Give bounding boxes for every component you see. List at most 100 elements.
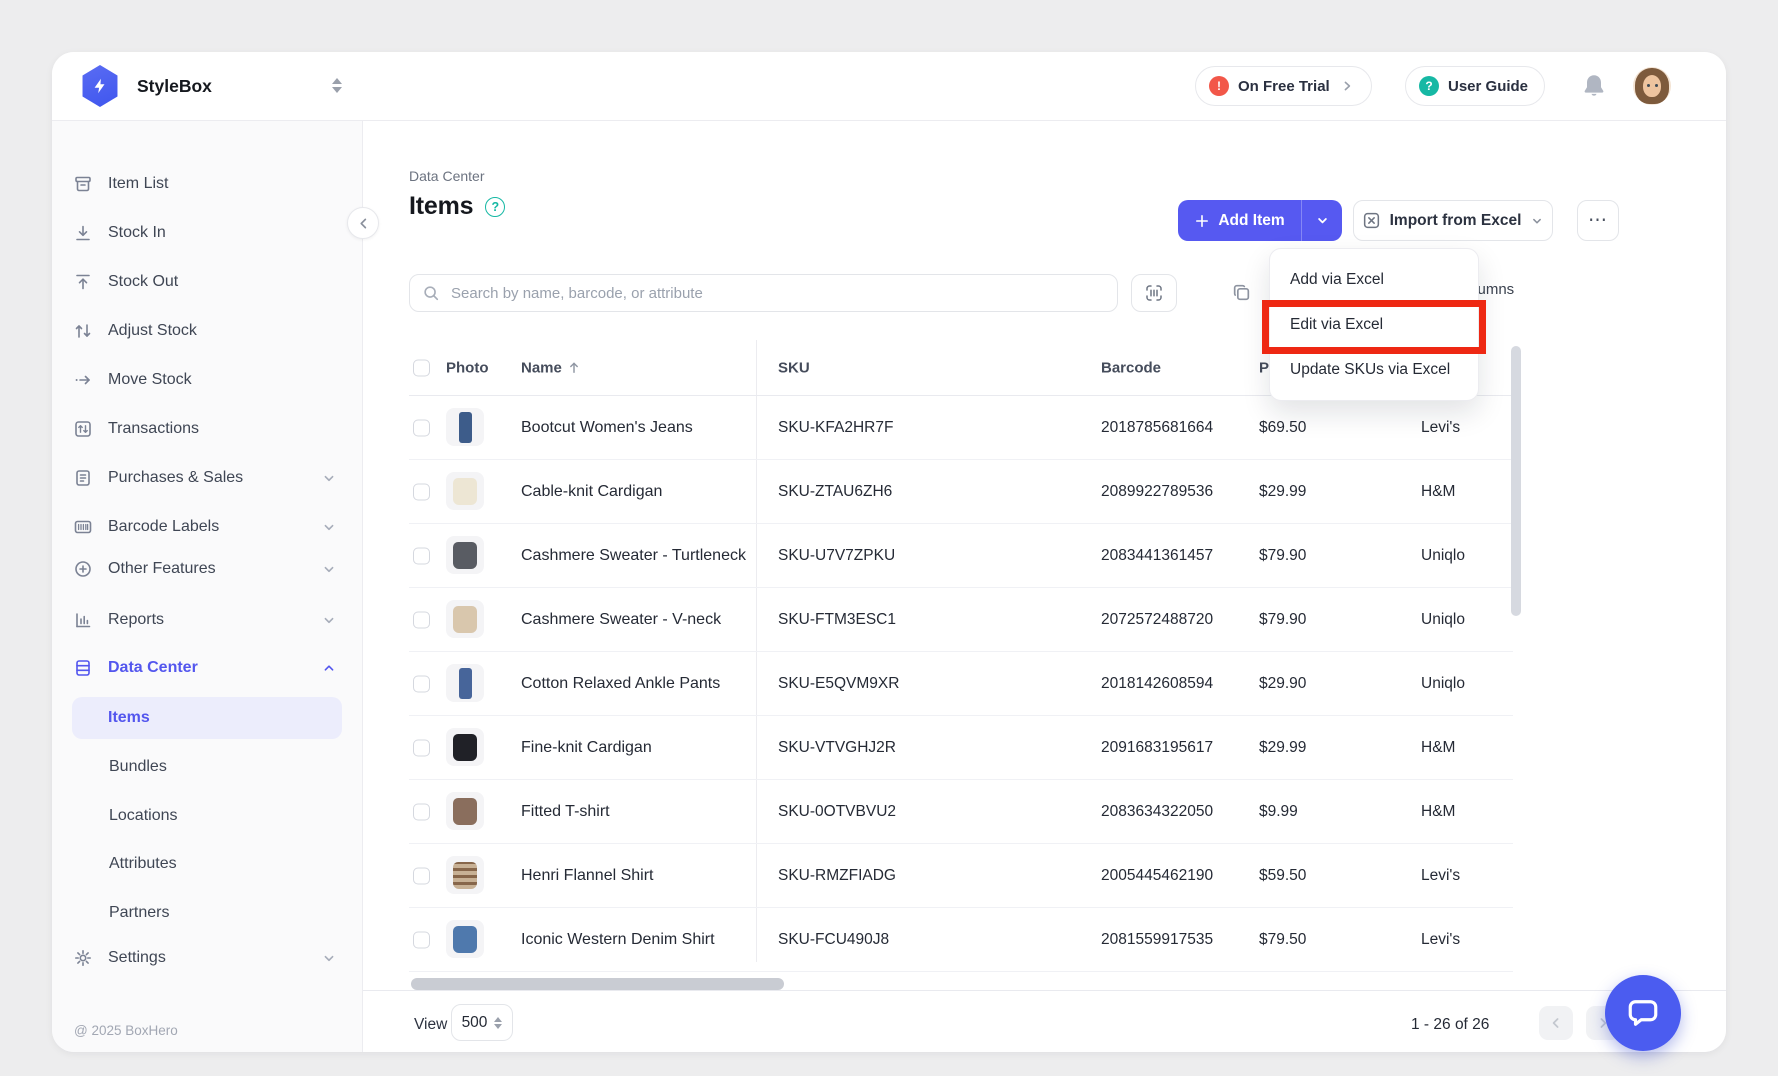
search-input[interactable] <box>449 284 1105 303</box>
item-photo <box>446 472 484 510</box>
sidebar-subitem-partners[interactable]: Partners <box>52 889 362 937</box>
user-avatar[interactable] <box>1633 67 1671 105</box>
menu-item-add-via-excel[interactable]: Add via Excel <box>1270 257 1478 302</box>
sidebar-item-label: Stock Out <box>108 273 338 291</box>
app-window: StyleBox ! On Free Trial ? User Guide It… <box>52 52 1726 1052</box>
chevron-right-icon <box>1339 78 1355 94</box>
sidebar-item-reports[interactable]: Reports <box>52 596 362 644</box>
excel-file-icon <box>1362 211 1381 230</box>
sidebar-item-transactions[interactable]: Transactions <box>52 405 362 453</box>
previous-page-button[interactable] <box>1539 1006 1573 1040</box>
item-photo <box>446 920 484 958</box>
chevron-down-icon <box>320 560 338 578</box>
sidebar-item-item-list[interactable]: Item List <box>52 160 362 208</box>
row-checkbox[interactable] <box>413 611 430 628</box>
search-icon <box>422 284 440 302</box>
row-checkbox[interactable] <box>413 675 430 692</box>
sidebar-item-other-features[interactable]: Other Features <box>52 545 362 593</box>
item-photo <box>446 536 484 574</box>
table-row: Cable-knit Cardigan SKU-ZTAU6ZH6 2089922… <box>409 460 1513 524</box>
item-sku: SKU-VTVGHJ2R <box>778 739 896 757</box>
item-barcode: 2091683195617 <box>1101 739 1213 757</box>
item-barcode: 2018142608594 <box>1101 675 1213 693</box>
sidebar-item-label: Data Center <box>108 659 305 677</box>
table-row: Cashmere Sweater - Turtleneck SKU-U7V7ZP… <box>409 524 1513 588</box>
sidebar-item-adjust-stock[interactable]: Adjust Stock <box>52 307 362 355</box>
purchases-sales-icon <box>73 468 93 488</box>
copyright-footer: @ 2025 BoxHero <box>74 1023 178 1038</box>
data-center-icon <box>73 658 93 678</box>
column-header-sku: SKU <box>778 359 810 376</box>
row-checkbox[interactable] <box>413 867 430 884</box>
menu-item-update-skus-via-excel[interactable]: Update SKUs via Excel <box>1270 347 1478 392</box>
sidebar-item-settings[interactable]: Settings <box>52 934 362 982</box>
sidebar-item-data-center[interactable]: Data Center <box>52 644 362 692</box>
item-sku: SKU-ZTAU6ZH6 <box>778 483 892 501</box>
item-sku: SKU-FCU490J8 <box>778 931 889 949</box>
export-copy-icon[interactable] <box>1231 282 1252 308</box>
import-excel-dropdown-menu: Add via Excel Edit via Excel Update SKUs… <box>1269 248 1479 401</box>
garment-thumbnail <box>453 542 477 569</box>
sidebar-subitem-attributes[interactable]: Attributes <box>52 840 362 888</box>
table-row: Fine-knit Cardigan SKU-VTVGHJ2R 20916831… <box>409 716 1513 780</box>
item-barcode: 2083441361457 <box>1101 547 1213 565</box>
item-name: Cashmere Sweater - V-neck <box>521 611 721 629</box>
help-badge-icon: ? <box>1419 76 1439 96</box>
help-icon[interactable]: ? <box>485 197 505 217</box>
barcode-labels-icon <box>73 517 93 537</box>
more-actions-button[interactable]: ⋯ <box>1577 200 1619 241</box>
user-guide-button[interactable]: ? User Guide <box>1405 66 1545 106</box>
row-checkbox[interactable] <box>413 931 430 948</box>
app-logo <box>79 65 121 107</box>
free-trial-button[interactable]: ! On Free Trial <box>1195 66 1372 106</box>
vertical-scrollbar[interactable] <box>1511 346 1521 616</box>
chevron-down-icon <box>320 949 338 967</box>
sidebar-subitem-bundles[interactable]: Bundles <box>52 743 362 791</box>
column-header-name[interactable]: Name <box>521 359 582 376</box>
sidebar-item-stock-out[interactable]: Stock Out <box>52 258 362 306</box>
item-sku: SKU-FTM3ESC1 <box>778 611 896 629</box>
sidebar-item-stock-in[interactable]: Stock In <box>52 209 362 257</box>
menu-item-edit-via-excel[interactable]: Edit via Excel <box>1270 302 1478 347</box>
sidebar-subitem-locations[interactable]: Locations <box>52 792 362 840</box>
chat-launcher-button[interactable] <box>1605 975 1681 1051</box>
sidebar-collapse-button[interactable] <box>347 207 379 239</box>
item-price: $29.99 <box>1259 739 1306 757</box>
notifications-bell-icon[interactable] <box>1580 72 1608 100</box>
import-from-excel-button[interactable]: Import from Excel <box>1353 200 1553 241</box>
garment-thumbnail <box>453 478 477 505</box>
select-all-checkbox[interactable] <box>413 359 430 376</box>
item-photo <box>446 856 484 894</box>
item-price: $69.50 <box>1259 419 1306 437</box>
trial-badge-icon: ! <box>1209 76 1229 96</box>
row-checkbox[interactable] <box>413 739 430 756</box>
item-name: Henri Flannel Shirt <box>521 867 654 885</box>
settings-gear-icon <box>73 948 93 968</box>
sidebar-item-purchases-sales[interactable]: Purchases & Sales <box>52 454 362 502</box>
sidebar-subitem-items[interactable]: Items <box>72 697 342 739</box>
workspace-switcher-icon[interactable] <box>332 78 342 93</box>
add-item-label: Add Item <box>1218 212 1284 230</box>
search-bar <box>409 274 1118 312</box>
stock-out-icon <box>73 272 93 292</box>
sidebar-subitem-label: Locations <box>109 807 178 825</box>
sidebar-item-move-stock[interactable]: Move Stock <box>52 356 362 404</box>
row-checkbox[interactable] <box>413 547 430 564</box>
table-row: Bootcut Women's Jeans SKU-KFA2HR7F 20187… <box>409 396 1513 460</box>
item-brand: H&M <box>1421 483 1455 501</box>
horizontal-scrollbar[interactable] <box>411 978 784 990</box>
barcode-scan-button[interactable] <box>1131 274 1177 312</box>
move-stock-icon <box>73 370 93 390</box>
lightning-icon <box>91 76 109 96</box>
row-checkbox[interactable] <box>413 483 430 500</box>
page-size-select[interactable]: 500 <box>451 1004 513 1041</box>
row-checkbox[interactable] <box>413 803 430 820</box>
sidebar-item-label: Barcode Labels <box>108 518 305 536</box>
add-item-dropdown-toggle[interactable] <box>1302 200 1342 241</box>
free-trial-label: On Free Trial <box>1238 78 1330 95</box>
item-price: $79.50 <box>1259 931 1306 949</box>
row-checkbox[interactable] <box>413 419 430 436</box>
add-item-button[interactable]: Add Item <box>1178 200 1342 241</box>
sidebar-item-barcode-labels[interactable]: Barcode Labels <box>52 503 362 551</box>
table-row: Henri Flannel Shirt SKU-RMZFIADG 2005445… <box>409 844 1513 908</box>
